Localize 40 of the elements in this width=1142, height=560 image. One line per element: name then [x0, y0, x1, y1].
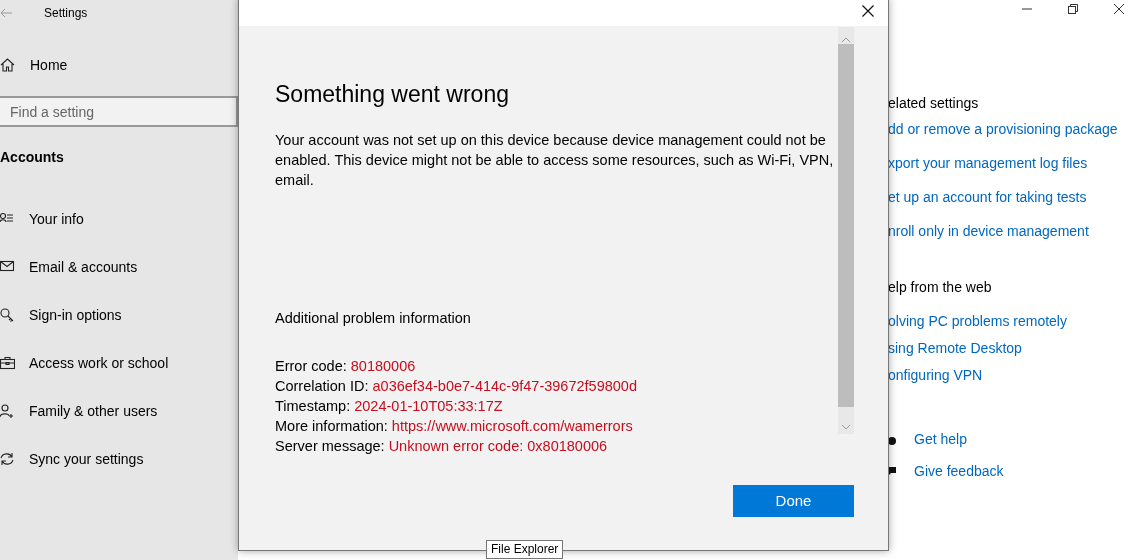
- home-icon: [0, 58, 15, 72]
- settings-link[interactable]: xport your management log files: [888, 153, 1138, 173]
- section-heading: elp from the web: [888, 277, 993, 297]
- sidebar-item[interactable]: Your info: [0, 195, 238, 243]
- close-icon[interactable]: [862, 5, 874, 17]
- section-heading: elated settings: [888, 93, 980, 113]
- sidebar-item[interactable]: Email & accounts: [0, 243, 238, 291]
- restore-icon[interactable]: [1068, 4, 1078, 14]
- settings-link[interactable]: dd or remove a provisioning package: [888, 119, 1138, 139]
- help-link[interactable]: olving PC problems remotely: [888, 311, 1138, 331]
- error-message: Your account was not set up on this device because device management could not be enabled. This device might not be able to access some resources, such as Wi-Fi, VPN, email.: [275, 131, 835, 190]
- window-title: Settings: [44, 5, 88, 22]
- back-arrow-icon: [0, 8, 12, 18]
- detail-line: More information: https://www.microsoft.com/wamerrors: [275, 417, 633, 436]
- help-link[interactable]: onfiguring VPN: [888, 365, 1138, 385]
- key-icon: [0, 307, 15, 323]
- search-field[interactable]: Find a setting: [0, 96, 238, 127]
- support-link[interactable]: Get help: [914, 429, 967, 450]
- done-button[interactable]: Done: [733, 485, 854, 517]
- detail-line: Error code: 80180006: [275, 357, 416, 376]
- tooltip: File Explorer: [486, 540, 564, 559]
- detail-line: Correlation ID: a036ef34-b0e7-414c-9f47-39672f59800d: [275, 377, 637, 396]
- sidebar-item[interactable]: Access work or school: [0, 339, 238, 387]
- home-link[interactable]: Home: [0, 52, 68, 78]
- details-heading: Additional problem information: [275, 309, 472, 328]
- sidebar-item[interactable]: Sign-in options: [0, 291, 238, 339]
- sidebar-item[interactable]: Family & other users: [0, 387, 238, 435]
- dialog-title: Something went wrong: [275, 80, 510, 109]
- settings-link[interactable]: et up an account for taking tests: [888, 187, 1138, 207]
- detail-line: Server message: Unknown error code: 0x80180006: [275, 437, 608, 456]
- briefcase-icon: [0, 355, 15, 371]
- section-heading: Accounts: [0, 148, 65, 167]
- sync-icon: [0, 451, 15, 467]
- close-icon[interactable]: [1114, 4, 1124, 14]
- sidebar-item[interactable]: Sync your settings: [0, 435, 238, 483]
- detail-line: Timestamp: 2024-01-10T05:33:17Z: [275, 397, 503, 416]
- help-link[interactable]: sing Remote Desktop: [888, 338, 1138, 358]
- support-link[interactable]: Give feedback: [914, 461, 1004, 482]
- person-add-icon: [0, 403, 15, 419]
- settings-link[interactable]: nroll only in device management: [888, 221, 1138, 241]
